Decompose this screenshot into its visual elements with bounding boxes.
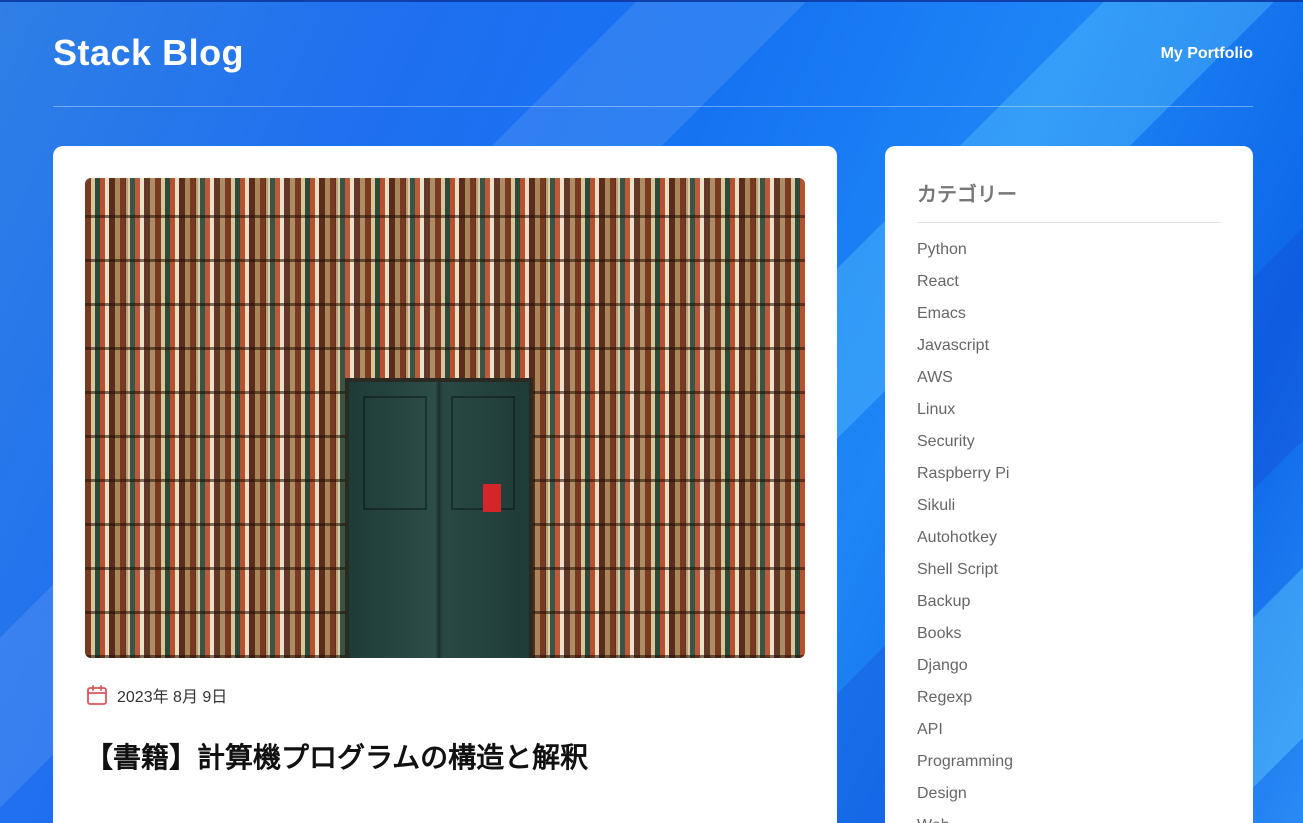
site-title[interactable]: Stack Blog	[53, 32, 244, 74]
category-item-javascript[interactable]: Javascript	[917, 334, 1013, 366]
post-title[interactable]: 【書籍】計算機プログラムの構造と解釈	[85, 736, 588, 776]
category-item-emacs[interactable]: Emacs	[917, 302, 1013, 334]
category-item-python[interactable]: Python	[917, 238, 1013, 270]
category-item-linux[interactable]: Linux	[917, 398, 1013, 430]
site-header: Stack Blog My Portfolio	[53, 0, 1253, 107]
category-item-web[interactable]: Web	[917, 814, 1013, 823]
category-item-backup[interactable]: Backup	[917, 590, 1013, 622]
category-item-shell-script[interactable]: Shell Script	[917, 558, 1013, 590]
post-hero-image[interactable]	[85, 178, 805, 658]
category-sidebar: カテゴリー Python React Emacs Javascript AWS …	[885, 146, 1253, 823]
post-meta: 2023年 8月 9日	[85, 682, 227, 708]
sidebar-title: カテゴリー	[917, 182, 1017, 206]
door-sign-graphic	[483, 484, 501, 512]
post-card: 2023年 8月 9日 【書籍】計算機プログラムの構造と解釈	[53, 146, 837, 823]
category-item-api[interactable]: API	[917, 718, 1013, 750]
category-item-aws[interactable]: AWS	[917, 366, 1013, 398]
category-item-react[interactable]: React	[917, 270, 1013, 302]
category-item-django[interactable]: Django	[917, 654, 1013, 686]
category-item-programming[interactable]: Programming	[917, 750, 1013, 782]
category-item-autohotkey[interactable]: Autohotkey	[917, 526, 1013, 558]
door-graphic	[345, 378, 533, 658]
sidebar-divider	[917, 222, 1221, 223]
post-date: 2023年 8月 9日	[117, 689, 228, 706]
category-item-design[interactable]: Design	[917, 782, 1013, 814]
category-item-sikuli[interactable]: Sikuli	[917, 494, 1013, 526]
category-item-raspberry-pi[interactable]: Raspberry Pi	[917, 462, 1013, 494]
category-item-security[interactable]: Security	[917, 430, 1013, 462]
category-list: Python React Emacs Javascript AWS Linux …	[917, 238, 1013, 823]
portfolio-link[interactable]: My Portfolio	[1161, 45, 1253, 63]
category-item-regexp[interactable]: Regexp	[917, 686, 1013, 718]
calendar-icon	[85, 683, 109, 707]
category-item-books[interactable]: Books	[917, 622, 1013, 654]
